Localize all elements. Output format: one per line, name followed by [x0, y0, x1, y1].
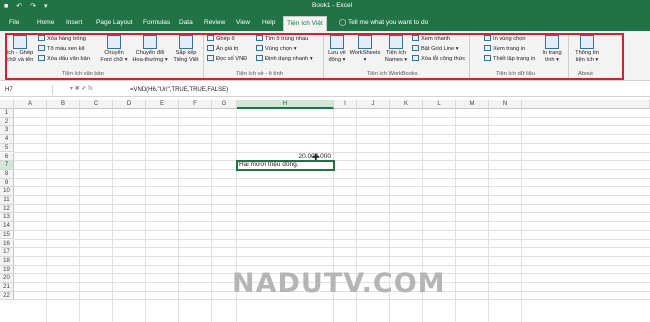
- row-gridline: [14, 186, 650, 188]
- row-gridline: [14, 151, 650, 153]
- cell-h7[interactable]: Hai mươi triệu đồng.: [239, 161, 299, 170]
- row-gridline: [14, 264, 650, 266]
- row-header-11[interactable]: 11: [0, 196, 14, 205]
- row-header-5[interactable]: 5: [0, 143, 14, 153]
- row-header-21[interactable]: 21: [0, 283, 14, 292]
- row-gridline: [14, 116, 650, 118]
- row-header-10[interactable]: 10: [0, 187, 14, 196]
- row-gridline: [14, 125, 650, 127]
- tab-insert[interactable]: Insert: [63, 17, 85, 29]
- tab-formulas[interactable]: Formulas: [140, 17, 173, 29]
- row-header-2[interactable]: 2: [0, 117, 14, 127]
- tab-help[interactable]: Help: [259, 17, 278, 29]
- column-header-b[interactable]: B: [47, 100, 80, 109]
- undo-icon[interactable]: ↶: [16, 2, 22, 12]
- formula-bar-icons: ▾ ✖ ✔ fx: [70, 86, 93, 92]
- row-header-16[interactable]: 16: [0, 239, 14, 249]
- window-title: Book1 - Excel: [312, 2, 353, 9]
- column-header-e[interactable]: E: [146, 100, 179, 109]
- row-header-22[interactable]: 22: [0, 291, 14, 301]
- column-header-c[interactable]: C: [80, 100, 113, 109]
- row-header-15[interactable]: 15: [0, 230, 14, 240]
- column-header-filler: [522, 100, 650, 109]
- watermark: NADUTV.COM: [232, 268, 446, 299]
- row-header-6[interactable]: 6: [0, 152, 14, 162]
- ribbon-tabs: File Home Insert Page Layout Formulas Da…: [0, 14, 650, 31]
- row-gridline: [14, 195, 650, 196]
- tab-home[interactable]: Home: [34, 17, 57, 29]
- column-header-a[interactable]: A: [14, 100, 47, 109]
- customize-qat-icon[interactable]: ▾: [44, 2, 48, 12]
- row-gridline: [14, 177, 650, 179]
- mouse-cursor-icon: ✚: [312, 151, 320, 162]
- row-gridline: [14, 229, 650, 231]
- row-gridline: [14, 221, 650, 223]
- row-header-20[interactable]: 20: [0, 274, 14, 283]
- select-all-corner[interactable]: [0, 100, 14, 109]
- row-header-13[interactable]: 13: [0, 213, 14, 223]
- row-header-12[interactable]: 12: [0, 204, 14, 214]
- name-box[interactable]: H7: [3, 85, 53, 95]
- row-gridline: [14, 255, 650, 257]
- lightbulb-icon: ◯: [339, 19, 348, 26]
- row-header-1[interactable]: 1: [0, 109, 14, 118]
- row-gridline: [14, 142, 650, 144]
- row-header-3[interactable]: 3: [0, 126, 14, 136]
- row-header-14[interactable]: 14: [0, 222, 14, 231]
- row-gridline: [14, 299, 650, 301]
- column-header-i[interactable]: I: [334, 100, 357, 109]
- highlight-box: [5, 33, 624, 80]
- tab-view[interactable]: View: [233, 17, 253, 29]
- row-gridline: [14, 247, 650, 249]
- tab-data[interactable]: Data: [176, 17, 196, 29]
- row-gridline: [14, 212, 650, 214]
- row-gridline: [14, 134, 650, 136]
- tab-page-layout[interactable]: Page Layout: [93, 17, 136, 29]
- formula-bar: H7 ▾ ✖ ✔ fx =VND(H6,"Urí",TRUE,TRUE,FALS…: [0, 84, 650, 97]
- column-header-g[interactable]: G: [212, 100, 237, 109]
- row-header-7[interactable]: 7: [0, 161, 14, 170]
- tab-review[interactable]: Review: [201, 17, 228, 29]
- column-header-l[interactable]: L: [423, 100, 456, 109]
- row-header-8[interactable]: 8: [0, 169, 14, 179]
- tell-me-search[interactable]: ◯ Tell me what you want to do: [339, 17, 428, 29]
- title-bar: ■ ↶ ↷ ▾ Book1 - Excel: [0, 0, 650, 14]
- row-gridline: [14, 203, 650, 205]
- column-header-n[interactable]: N: [489, 100, 522, 109]
- column-header-k[interactable]: K: [390, 100, 423, 109]
- row-header-17[interactable]: 17: [0, 248, 14, 257]
- column-header-d[interactable]: D: [113, 100, 146, 109]
- column-header-m[interactable]: M: [456, 100, 489, 109]
- row-header-4[interactable]: 4: [0, 135, 14, 144]
- column-header-f[interactable]: F: [179, 100, 212, 109]
- row-header-9[interactable]: 9: [0, 178, 14, 188]
- tab-file[interactable]: File: [6, 17, 22, 29]
- row-header-18[interactable]: 18: [0, 256, 14, 266]
- column-header-j[interactable]: J: [357, 100, 390, 109]
- column-header-h[interactable]: H: [237, 100, 334, 109]
- quick-access-toolbar: ■ ↶ ↷ ▾: [4, 2, 48, 12]
- redo-icon[interactable]: ↷: [30, 2, 36, 12]
- row-gridline: [14, 238, 650, 240]
- save-icon[interactable]: ■: [4, 2, 8, 12]
- tab-tien-ich-viet[interactable]: Tiện ích Việt: [283, 16, 327, 31]
- row-header-19[interactable]: 19: [0, 265, 14, 275]
- formula-input[interactable]: =VND(H6,"Urí",TRUE,TRUE,FALSE): [130, 85, 228, 95]
